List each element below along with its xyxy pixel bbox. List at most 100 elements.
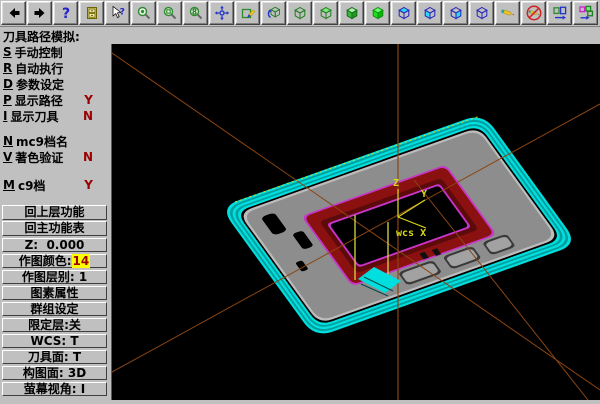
hotkey: N [3, 134, 13, 148]
dynamic-rotate-cube-button[interactable] [261, 1, 286, 25]
blue-cube-top-shaded-button[interactable] [391, 1, 416, 25]
menu-item-show-path[interactable]: P 显示路径 Y [0, 92, 111, 108]
menu-item-label: 参数设定 [16, 76, 64, 93]
menu-item-auto-run[interactable]: R 自动执行 [0, 60, 111, 76]
z-axis-label: Z [393, 178, 399, 189]
back-arrow-button[interactable] [1, 1, 26, 25]
menu-item-value: Y [84, 178, 93, 192]
green-cube-shaded-icon [344, 5, 360, 21]
hotkey: P [3, 93, 12, 107]
green-cube-top-shaded-button[interactable] [313, 1, 338, 25]
blue-cube-side-shaded-button[interactable] [443, 1, 468, 25]
repaint-icon [240, 5, 256, 21]
menu-item-mc9-file[interactable]: M c9档 Y [0, 177, 111, 193]
group-settings-button[interactable]: 群组设定 [2, 302, 107, 316]
menu-nav-buttons: 回上层功能 回主功能表 [0, 205, 111, 236]
pan-icon [214, 5, 230, 21]
file-drawers-icon [84, 5, 100, 21]
status-button-stack: Z: 0.000 作图颜色:14 作图层别: 1 图素属性 群组设定 限定层:关… [0, 238, 110, 398]
analyze-pointer-icon: ? [110, 5, 126, 21]
menu-item-show-tool[interactable]: I 显示刀具 N [0, 108, 111, 124]
menu-item-value: N [83, 150, 93, 164]
pencil-draw-icon [500, 5, 516, 21]
blue-cube-front-shaded-button[interactable] [417, 1, 442, 25]
hotkey: V [3, 150, 12, 164]
blue-cube-side-shaded-icon [448, 5, 464, 21]
main-menu-button[interactable]: 回主功能表 [2, 221, 107, 236]
forward-arrow-icon [32, 5, 48, 21]
repaint-button[interactable] [235, 1, 260, 25]
pencil-no-draw-button[interactable] [521, 1, 546, 25]
zoom-window-button[interactable] [157, 1, 182, 25]
zoom-scale-08-button[interactable]: 8 [183, 1, 208, 25]
back-arrow-icon [6, 5, 22, 21]
color-number-badge: 14 [72, 254, 91, 268]
svg-text:8: 8 [191, 7, 196, 16]
menu-title: 刀具路径模拟: [3, 28, 80, 45]
screens-combine-button[interactable] [573, 1, 598, 25]
dynamic-rotate-cube-icon [266, 5, 282, 21]
level-mask-button[interactable]: 限定层:关 [2, 318, 107, 332]
screens-forward-button[interactable] [547, 1, 572, 25]
green-cube-wireframe-button[interactable] [287, 1, 312, 25]
menu-item-label: 显示路径 [15, 92, 63, 109]
green-cube-top-shaded-icon [318, 5, 334, 21]
green-cube-shaded-bright-button[interactable] [365, 1, 390, 25]
hotkey: D [3, 77, 13, 91]
graphics-viewport[interactable]: Z Ywcs X [112, 44, 600, 400]
menu-item-label: c9档 [18, 177, 45, 194]
green-cube-wireframe-icon [292, 5, 308, 21]
zoom-target-button[interactable] [131, 1, 156, 25]
mastercam-window: ?? 8 刀具路径模拟: S 手动控制 R 自动执行 D 参数设定 P 显示路径 … [0, 0, 600, 400]
green-cube-shaded-button[interactable] [339, 1, 364, 25]
menu-item-parameters[interactable]: D 参数设定 [0, 76, 111, 92]
forward-arrow-button[interactable] [27, 1, 52, 25]
green-cube-shaded-bright-icon [370, 5, 386, 21]
pan-button[interactable] [209, 1, 234, 25]
zoom-target-icon [136, 5, 152, 21]
menu-item-mc9-filename[interactable]: N mc9档名 [0, 133, 111, 149]
menu-item-manual-control[interactable]: S 手动控制 [0, 44, 111, 60]
blue-cube-top-shaded-icon [396, 5, 412, 21]
tool-plane-button[interactable]: 刀具面: T [2, 350, 107, 364]
hotkey: R [3, 61, 12, 75]
wcs-x-axis-label: wcs X [396, 228, 426, 239]
pencil-draw-button[interactable] [495, 1, 520, 25]
hotkey: I [3, 109, 7, 123]
y-axis-label: Y [421, 189, 427, 200]
z-depth-button[interactable]: Z: 0.000 [2, 238, 107, 252]
zoom-window-icon [162, 5, 178, 21]
svg-text:?: ? [119, 8, 124, 18]
hotkey: S [3, 45, 12, 59]
help-button[interactable]: ? [53, 1, 78, 25]
entity-attributes-button[interactable]: 图素属性 [2, 286, 107, 300]
zoom-scale-08-icon: 8 [188, 5, 204, 21]
screen-view-button[interactable]: 萤幕视角: I [2, 382, 107, 396]
menu-item-label: mc9档名 [16, 133, 68, 150]
hotkey: M [3, 178, 15, 192]
wcs-button[interactable]: WCS: T [2, 334, 107, 348]
construction-plane-button[interactable]: 构图面: 3D [2, 366, 107, 380]
menu-item-label: 显示刀具 [10, 108, 58, 125]
screens-combine-icon [578, 5, 594, 21]
menu-item-value: Y [84, 93, 93, 107]
menu-item-shaded-verify[interactable]: V 著色验证 N [0, 149, 111, 165]
3d-model-canvas: Z Ywcs X [112, 44, 600, 400]
toolbar: ?? 8 [0, 0, 600, 27]
menu-item-label: 著色验证 [15, 149, 63, 166]
menu-item-label: 自动执行 [15, 60, 63, 77]
back-one-level-button[interactable]: 回上层功能 [2, 205, 107, 220]
help-icon: ? [58, 5, 74, 21]
blue-cube-wireframe-button[interactable] [469, 1, 494, 25]
menu-item-value: N [83, 109, 93, 123]
pencil-no-draw-icon [526, 5, 542, 21]
screens-forward-icon [552, 5, 568, 21]
draw-color-button[interactable]: 作图颜色:14 [2, 254, 107, 268]
file-drawers-button[interactable] [79, 1, 104, 25]
blue-cube-front-shaded-icon [422, 5, 438, 21]
analyze-pointer-button[interactable]: ? [105, 1, 130, 25]
menu-item-label: 手动控制 [15, 44, 63, 61]
prompt-strip: 刀具路径模拟: [0, 27, 600, 44]
draw-level-button[interactable]: 作图层别: 1 [2, 270, 107, 284]
side-menu-panel: S 手动控制 R 自动执行 D 参数设定 P 显示路径 Y I 显示刀具 N N… [0, 44, 112, 400]
